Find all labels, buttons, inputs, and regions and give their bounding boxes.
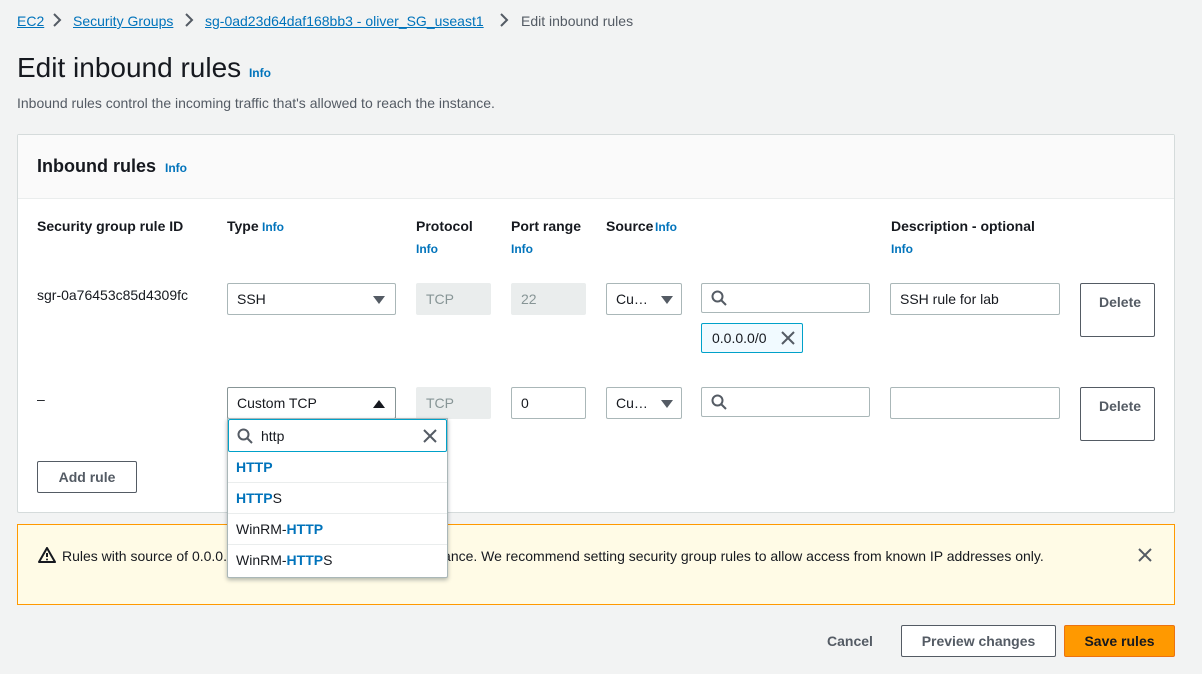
- source-type-value: Cu…: [616, 395, 648, 411]
- source-info-link[interactable]: Info: [655, 220, 677, 234]
- option-match: HTTP: [286, 521, 324, 537]
- column-header-description: Description - optional: [891, 218, 1035, 234]
- type-select[interactable]: SSH: [227, 283, 396, 315]
- add-rule-button[interactable]: Add rule: [37, 461, 137, 493]
- page-info-link[interactable]: Info: [249, 66, 271, 80]
- caret-up-icon: [373, 400, 385, 408]
- description-info-link[interactable]: Info: [891, 242, 913, 256]
- dropdown-option[interactable]: WinRM-HTTPS: [228, 545, 447, 576]
- source-type-value: Cu…: [616, 291, 648, 307]
- column-header-source: Source: [606, 218, 654, 234]
- preview-changes-button[interactable]: Preview changes: [901, 625, 1056, 657]
- warning-icon: [38, 547, 56, 563]
- search-icon: [711, 394, 727, 410]
- chevron-right-icon: [52, 12, 62, 28]
- type-select[interactable]: Custom TCP: [227, 387, 396, 419]
- dropdown-filter-value: http: [261, 428, 285, 444]
- panel-info-link[interactable]: Info: [165, 161, 187, 175]
- source-type-select[interactable]: Cu…: [606, 387, 682, 419]
- rule-id: sgr-0a76453c85d4309fc: [37, 287, 189, 303]
- cancel-button[interactable]: Cancel: [827, 633, 873, 649]
- source-type-select[interactable]: Cu…: [606, 283, 682, 315]
- chevron-right-icon: [184, 12, 194, 28]
- type-info-link[interactable]: Info: [262, 220, 284, 234]
- caret-down-icon: [661, 296, 673, 304]
- page-title: Edit inbound rules Info: [17, 52, 271, 84]
- dropdown-option[interactable]: HTTP: [228, 452, 447, 483]
- warning-alert: Rules with source of 0.0.0. o access your…: [17, 524, 1175, 605]
- type-dropdown-menu: http HTTP HTTPS WinRM-HTTP WinRM-HTTPS: [227, 418, 448, 578]
- panel-title: Inbound rules Info: [37, 156, 187, 177]
- dropdown-filter-input[interactable]: http: [228, 419, 447, 452]
- source-search-input[interactable]: [701, 387, 870, 417]
- dropdown-option[interactable]: WinRM-HTTP: [228, 514, 447, 545]
- dropdown-option[interactable]: HTTPS: [228, 483, 447, 514]
- rule-id: –: [37, 391, 45, 407]
- remove-token-icon[interactable]: [780, 330, 796, 346]
- chevron-right-icon: [499, 12, 509, 28]
- source-token: 0.0.0.0/0: [701, 323, 803, 353]
- description-input[interactable]: SSH rule for lab: [890, 283, 1060, 315]
- option-suffix: S: [323, 552, 333, 568]
- breadcrumb-current: Edit inbound rules: [521, 13, 634, 29]
- search-icon: [237, 428, 253, 444]
- breadcrumb-ec2[interactable]: EC2: [17, 13, 44, 29]
- column-header-type: Type: [227, 218, 259, 234]
- alert-text: Rules with source of 0.0.0. o access your…: [62, 545, 1072, 567]
- type-select-value: Custom TCP: [237, 395, 317, 411]
- protocol-field: TCP: [416, 283, 491, 315]
- description-input[interactable]: [890, 387, 1060, 419]
- source-token-value: 0.0.0.0/0: [712, 330, 767, 346]
- type-select-value: SSH: [237, 291, 266, 307]
- protocol-field: TCP: [416, 387, 491, 419]
- delete-rule-button[interactable]: Delete: [1080, 283, 1155, 337]
- source-search-input[interactable]: [701, 283, 870, 313]
- caret-down-icon: [661, 400, 673, 408]
- page-description: Inbound rules control the incoming traff…: [17, 95, 495, 111]
- delete-rule-button[interactable]: Delete: [1080, 387, 1155, 441]
- column-header-port-range: Port range: [511, 218, 582, 234]
- breadcrumb-security-group[interactable]: sg-0ad23d64daf168bb3 - oliver_SG_useast1: [205, 13, 484, 29]
- option-prefix: WinRM-: [236, 521, 287, 537]
- option-prefix: WinRM-: [236, 552, 287, 568]
- alert-text-start: Rules with source of 0.0.0.: [62, 548, 227, 564]
- port-range-info-link[interactable]: Info: [511, 242, 533, 256]
- inbound-rules-panel: Inbound rules Info: [17, 134, 1175, 513]
- panel-header: Inbound rules Info: [18, 135, 1174, 199]
- protocol-info-link[interactable]: Info: [416, 242, 438, 256]
- column-header-protocol: Protocol: [416, 218, 473, 234]
- save-rules-button[interactable]: Save rules: [1064, 625, 1175, 657]
- clear-icon[interactable]: [422, 428, 438, 444]
- option-match: HTTP: [286, 552, 324, 568]
- page-title-text: Edit inbound rules: [17, 52, 242, 83]
- column-header-rule-id: Security group rule ID: [37, 218, 184, 234]
- port-range-input[interactable]: 0: [511, 387, 586, 419]
- option-match: HTTP: [236, 490, 273, 506]
- search-icon: [711, 290, 727, 306]
- breadcrumb-security-groups[interactable]: Security Groups: [73, 13, 173, 29]
- panel-title-text: Inbound rules: [37, 156, 156, 176]
- option-suffix: S: [272, 490, 282, 506]
- close-icon[interactable]: [1137, 547, 1153, 563]
- caret-down-icon: [373, 296, 385, 304]
- port-range-field: 22: [511, 283, 586, 315]
- option-match: HTTP: [236, 459, 273, 475]
